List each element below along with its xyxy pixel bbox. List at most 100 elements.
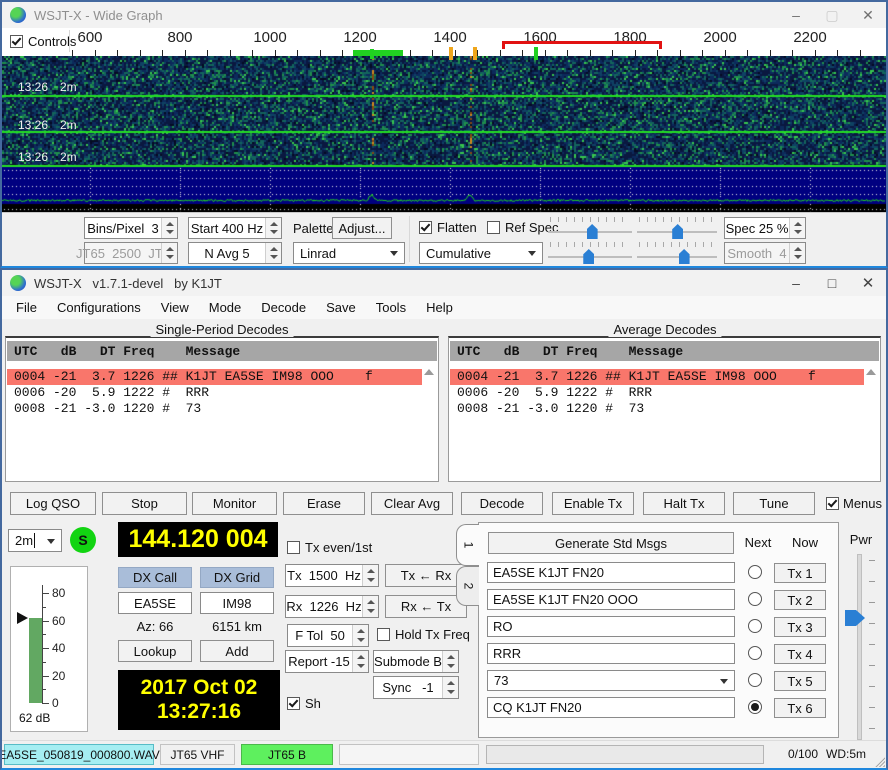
sync-spinner[interactable]: Sync -1 <box>373 676 459 699</box>
n-avg-spinner[interactable]: N Avg 5 <box>188 242 282 264</box>
decode-row[interactable]: 0006 -20 5.9 1222 # RRR <box>450 385 864 401</box>
menus-checkbox[interactable] <box>826 497 839 510</box>
rx-freq-spinner[interactable]: Rx 1226 Hz <box>285 595 379 618</box>
maximize-button[interactable]: ▢ <box>814 2 850 28</box>
tx5-next-radio[interactable] <box>748 673 762 687</box>
scrollbar-up-icon[interactable] <box>866 369 876 375</box>
rx-from-tx-button[interactable]: Rx ← Tx <box>385 595 467 618</box>
tune-button[interactable]: Tune <box>733 492 815 515</box>
waterfall-display[interactable] <box>2 56 886 213</box>
band-select[interactable]: 2m <box>8 529 62 552</box>
tx6-message-field[interactable]: CQ K1JT FN20 <box>487 697 735 718</box>
lookup-button[interactable]: Lookup <box>118 640 192 662</box>
hold-tx-freq-checkbox[interactable] <box>377 628 390 641</box>
resize-grip[interactable] <box>874 756 885 767</box>
slider-handle[interactable] <box>583 249 594 264</box>
tx4-now-button[interactable]: Tx 4 <box>774 644 826 664</box>
tab-1[interactable]: 1 <box>456 524 479 566</box>
flatten-checkbox[interactable] <box>419 221 432 234</box>
menu-mode[interactable]: Mode <box>199 300 252 315</box>
tx6-now-button[interactable]: Tx 6 <box>774 698 826 718</box>
spinner-arrows-icon[interactable] <box>352 651 368 672</box>
tx2-next-radio[interactable] <box>748 592 762 606</box>
decode-row[interactable]: 0008 -21 -3.0 1220 # 73 <box>7 401 422 417</box>
log-qso-button[interactable]: Log QSO <box>10 492 96 515</box>
halt-tx-button[interactable]: Halt Tx <box>643 492 725 515</box>
frequency-scale[interactable]: 6008001000120014001600180020002200 <box>2 28 886 56</box>
palette-adjust-button[interactable]: Adjust... <box>332 217 392 239</box>
tx-freq-spinner[interactable]: Tx 1500 Hz <box>285 564 379 587</box>
spinner-arrows-icon[interactable] <box>442 651 458 672</box>
sh-checkbox[interactable] <box>287 697 300 710</box>
close-button[interactable]: ✕ <box>850 2 886 28</box>
ref-spec-checkbox[interactable] <box>487 221 500 234</box>
monitor-button[interactable]: Monitor <box>192 492 277 515</box>
spinner-arrows-icon[interactable] <box>352 625 368 646</box>
spinner-arrows-icon[interactable] <box>362 565 378 586</box>
tx4-next-radio[interactable] <box>748 646 762 660</box>
menu-view[interactable]: View <box>151 300 199 315</box>
minimize-button[interactable]: – <box>778 270 814 296</box>
spec-percent-spinner[interactable]: Spec 25 % <box>724 217 806 239</box>
clear-avg-button[interactable]: Clear Avg <box>371 492 453 515</box>
generate-std-msgs-button[interactable]: Generate Std Msgs <box>488 532 734 554</box>
bins-per-pixel-spinner[interactable]: Bins/Pixel 3 <box>84 217 178 239</box>
waterfall-mode-select[interactable]: Cumulative <box>419 242 543 264</box>
tx3-now-button[interactable]: Tx 3 <box>774 617 826 637</box>
tx2-now-button[interactable]: Tx 2 <box>774 590 826 610</box>
spinner-arrows-icon[interactable] <box>442 677 458 698</box>
slider-handle[interactable] <box>679 249 690 264</box>
spinner-arrows-icon[interactable] <box>362 596 378 617</box>
decode-row[interactable]: 0006 -20 5.9 1222 # RRR <box>7 385 422 401</box>
minimize-button[interactable]: – <box>778 2 814 28</box>
submode-spinner[interactable]: Submode B <box>373 650 459 673</box>
decode-table-body[interactable]: 0004 -21 3.7 1226 ## K1JT EA5SE IM98 OOO… <box>450 364 879 480</box>
add-button[interactable]: Add <box>200 640 274 662</box>
decode-table-body[interactable]: 0004 -21 3.7 1226 ## K1JT EA5SE IM98 OOO… <box>7 364 437 480</box>
tx3-next-radio[interactable] <box>748 619 762 633</box>
spinner-arrows-icon[interactable] <box>265 218 281 238</box>
report-spinner[interactable]: Report -15 <box>285 650 369 673</box>
tx1-now-button[interactable]: Tx 1 <box>774 563 826 583</box>
controls-checkbox[interactable] <box>10 35 23 48</box>
menu-file[interactable]: File <box>6 300 47 315</box>
maximize-button[interactable]: □ <box>814 270 850 296</box>
menu-save[interactable]: Save <box>316 300 366 315</box>
palette-select[interactable]: Linrad <box>293 242 405 264</box>
start-hz-spinner[interactable]: Start 400 Hz <box>188 217 282 239</box>
wide-graph-titlebar[interactable]: WSJT-X - Wide Graph – ▢ ✕ <box>2 2 886 28</box>
menu-decode[interactable]: Decode <box>251 300 316 315</box>
dx-call-field[interactable]: EA5SE <box>118 592 192 614</box>
spinner-arrows-icon[interactable] <box>265 243 281 263</box>
tx6-next-radio[interactable] <box>748 700 762 714</box>
f-tol-spinner[interactable]: F Tol 50 <box>287 624 369 647</box>
decode-row[interactable]: 0008 -21 -3.0 1220 # 73 <box>450 401 864 417</box>
tab-2[interactable]: 2 <box>456 566 479 606</box>
enable-tx-button[interactable]: Enable Tx <box>552 492 634 515</box>
spinner-arrows-icon[interactable] <box>789 218 805 238</box>
close-button[interactable]: ✕ <box>850 270 886 296</box>
erase-button[interactable]: Erase <box>283 492 365 515</box>
decode-row-highlighted[interactable]: 0004 -21 3.7 1226 ## K1JT EA5SE IM98 OOO… <box>7 369 422 385</box>
tx5-message-combo[interactable]: 73 <box>487 670 735 691</box>
decode-row-highlighted[interactable]: 0004 -21 3.7 1226 ## K1JT EA5SE IM98 OOO… <box>450 369 864 385</box>
slider-handle[interactable] <box>587 224 598 239</box>
tx1-next-radio[interactable] <box>748 565 762 579</box>
tx4-message-field[interactable]: RRR <box>487 643 735 664</box>
tx2-message-field[interactable]: EA5SE K1JT FN20 OOO <box>487 589 735 610</box>
tx1-message-field[interactable]: EA5SE K1JT FN20 <box>487 562 735 583</box>
menu-help[interactable]: Help <box>416 300 463 315</box>
menu-configurations[interactable]: Configurations <box>47 300 151 315</box>
menu-tools[interactable]: Tools <box>366 300 416 315</box>
spinner-arrows-icon[interactable] <box>161 218 177 238</box>
main-titlebar[interactable]: WSJT-X v1.7.1-devel by K1JT – □ ✕ <box>2 270 886 296</box>
tx-even-checkbox[interactable] <box>287 541 300 554</box>
slider-handle[interactable] <box>672 224 683 239</box>
decode-button[interactable]: Decode <box>461 492 543 515</box>
stop-button[interactable]: Stop <box>102 492 187 515</box>
tx-from-rx-button[interactable]: Tx ← Rx <box>385 564 467 587</box>
tx5-now-button[interactable]: Tx 5 <box>774 671 826 691</box>
scrollbar-up-icon[interactable] <box>424 369 434 375</box>
tx3-message-field[interactable]: RO <box>487 616 735 637</box>
dx-grid-field[interactable]: IM98 <box>200 592 274 614</box>
